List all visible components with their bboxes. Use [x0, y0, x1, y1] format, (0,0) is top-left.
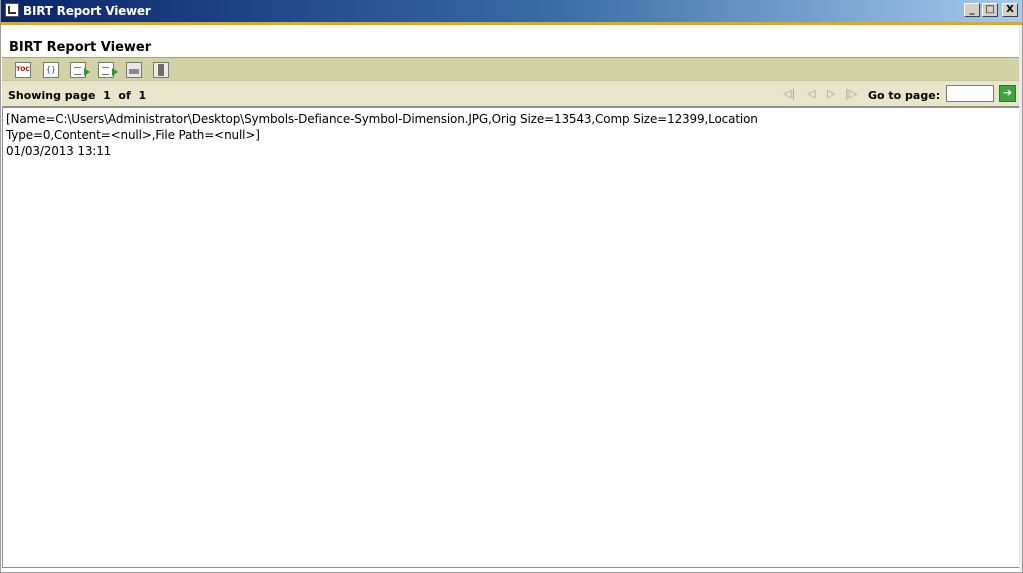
current-page-number: 1 [103, 89, 111, 102]
report-line: [Name=C:\Users\Administrator\Desktop\Sym… [6, 112, 758, 126]
report-timestamp: 01/03/2013 13:11 [6, 144, 112, 158]
header-accent-line [1, 22, 1022, 25]
report-content: [Name=C:\Users\Administrator\Desktop\Sym… [2, 108, 1019, 568]
next-page-icon[interactable]: ▷ [827, 87, 835, 100]
export-report-icon[interactable] [98, 62, 118, 78]
print-server-icon[interactable] [153, 62, 169, 78]
page-status: Showing page 1 of 1 [8, 89, 146, 102]
page-navigation-bar: Showing page 1 of 1 ◁| ◁ ▷ |▷ Go to page… [2, 81, 1019, 108]
minimize-button[interactable]: _ [964, 3, 980, 17]
window-titlebar[interactable]: BIRT Report Viewer _ □ X [1, 0, 1022, 22]
maximize-button[interactable]: □ [982, 3, 998, 17]
first-page-icon[interactable]: ◁| [783, 87, 795, 100]
report-viewer-window: BIRT Report Viewer _ □ X BIRT Report Vie… [0, 0, 1023, 573]
window-title: BIRT Report Viewer [23, 4, 151, 18]
close-button[interactable]: X [1002, 3, 1018, 17]
export-data-icon[interactable] [70, 62, 90, 78]
go-to-page-label: Go to page: [868, 89, 941, 102]
print-icon[interactable] [126, 62, 142, 78]
go-to-page-input[interactable] [946, 85, 994, 102]
last-page-icon[interactable]: |▷ [845, 87, 857, 100]
window-scrollbar[interactable] [1019, 25, 1022, 571]
toolbar: TOC {} [2, 57, 1019, 81]
app-icon [5, 3, 19, 17]
total-pages-number: 1 [138, 89, 147, 102]
window-controls: _ □ X [964, 3, 1018, 17]
previous-page-icon[interactable]: ◁ [807, 87, 815, 100]
toc-icon[interactable]: TOC [15, 62, 31, 78]
parameters-icon[interactable]: {} [43, 62, 59, 78]
go-to-page-button[interactable]: ➔ [999, 85, 1016, 102]
page-title: BIRT Report Viewer [9, 40, 152, 55]
of-label: of [118, 89, 131, 102]
report-line: Type=0,Content=<null>,File Path=<null>] [6, 128, 260, 142]
showing-page-label: Showing page [8, 89, 96, 102]
